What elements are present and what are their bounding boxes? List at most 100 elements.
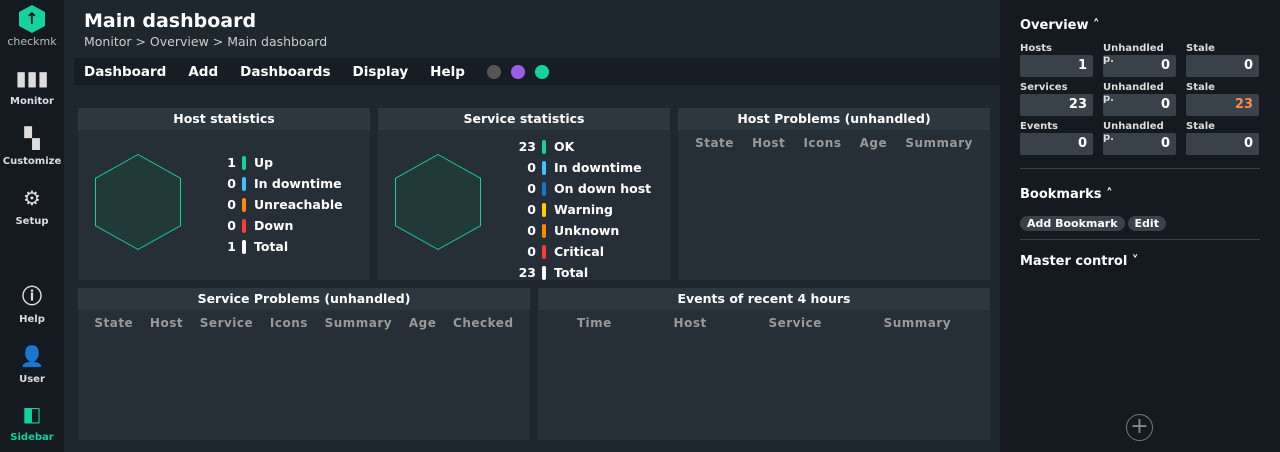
legend-row[interactable]: 0 Warning <box>516 199 651 220</box>
divider <box>1020 239 1260 240</box>
add-snapin-icon[interactable]: + <box>1126 414 1153 441</box>
legend-row[interactable]: 0 In downtime <box>516 157 651 178</box>
cell-label: Unhandled p. <box>1103 121 1164 143</box>
legend-row[interactable]: 0 Unreachable <box>216 194 343 215</box>
count: 0 <box>527 223 536 238</box>
column-header[interactable]: State <box>695 136 734 150</box>
status-bar-icon <box>542 139 546 154</box>
panel-title: Service statistics <box>378 108 670 130</box>
cell-value[interactable]: 1 <box>1020 55 1093 77</box>
count: 1 <box>227 239 236 254</box>
nav-setup[interactable]: ⚙ Setup <box>0 186 64 227</box>
legend-row[interactable]: 0 Unknown <box>516 220 651 241</box>
column-header[interactable]: State <box>94 316 133 330</box>
column-header[interactable]: Age <box>860 136 888 150</box>
host-hexagon[interactable] <box>95 154 181 250</box>
nav-monitor[interactable]: ▮▮▮ Monitor <box>0 66 64 107</box>
nav-user[interactable]: 👤 User <box>0 344 64 385</box>
legend-row[interactable]: 23 Total <box>516 262 651 283</box>
grid-icon: ▚ <box>24 126 40 150</box>
cell-label: Stale <box>1186 43 1215 54</box>
count: 0 <box>227 176 236 191</box>
gear-icon: ⚙ <box>23 186 41 210</box>
service-hexagon[interactable] <box>395 154 481 250</box>
legend-row[interactable]: 0 Critical <box>516 241 651 262</box>
right-sidebar: Overview ˄ Hosts 1 Unhandled p. 0 Stale 0 Serv… <box>1000 0 1280 452</box>
column-header[interactable]: Summary <box>325 316 393 330</box>
master-control-header[interactable]: Master control ˅ <box>1020 254 1260 269</box>
service-legend: 23 OK 0 In downtime 0 On down host 0 Warning 0 Un… <box>516 136 652 283</box>
table-header: State Host Service Icons Summary Age Checked <box>78 310 530 336</box>
column-header[interactable]: Service <box>768 316 821 330</box>
host-legend: 1 Up 0 In downtime 0 Unreachable 0 Down 1 Total <box>216 152 343 257</box>
bookmarks-header[interactable]: Bookmarks ˄ <box>1020 187 1260 202</box>
checkmk-icon[interactable] <box>510 64 525 79</box>
column-header[interactable]: Summary <box>884 316 952 330</box>
status-label: Critical <box>554 244 605 259</box>
add-bookmark-button[interactable]: Add Bookmark <box>1020 216 1125 231</box>
events-panel: Events of recent 4 hours Time Host Service… <box>538 288 990 440</box>
panel-title: Service Problems (unhandled) <box>78 288 530 310</box>
legend-row[interactable]: 0 Down <box>216 215 343 236</box>
overview-cell: Stale 0 <box>1186 43 1259 82</box>
column-header[interactable]: Host <box>752 136 785 150</box>
checkmk-logo[interactable]: ↑ checkmk <box>0 5 64 48</box>
menu-display[interactable]: Display <box>353 64 409 80</box>
menu-add[interactable]: Add <box>188 64 218 80</box>
overview-cell: Unhandled p. 0 <box>1103 82 1176 121</box>
panel-title: Host Problems (unhandled) <box>678 108 990 130</box>
count: 0 <box>527 244 536 259</box>
breadcrumb[interactable]: Monitor > Overview > Main dashboard <box>84 34 327 49</box>
info-icon: ⓘ <box>22 284 42 308</box>
cell-value[interactable]: 0 <box>1186 55 1259 77</box>
column-header[interactable]: Service <box>200 316 253 330</box>
menu-dashboards[interactable]: Dashboards <box>240 64 330 80</box>
legend-row[interactable]: 0 On down host <box>516 178 651 199</box>
menu-help[interactable]: Help <box>430 64 465 80</box>
edit-bookmarks-button[interactable]: Edit <box>1127 216 1166 231</box>
column-header[interactable]: Checked <box>453 316 514 330</box>
status-label: Unknown <box>554 223 620 238</box>
nav-help[interactable]: ⓘ Help <box>0 284 64 325</box>
status-label: In downtime <box>554 160 642 175</box>
legend-row[interactable]: 1 Total <box>216 236 343 257</box>
panel-title: Host statistics <box>78 108 370 130</box>
chevron-down-icon: ˅ <box>1131 254 1139 269</box>
legend-row[interactable]: 1 Up <box>216 152 343 173</box>
filter-icon[interactable] <box>534 64 549 79</box>
menu-dashboard[interactable]: Dashboard <box>84 64 166 80</box>
status-label: Up <box>254 155 274 170</box>
overview-cell: Hosts 1 <box>1020 43 1093 82</box>
status-label: OK <box>554 139 575 154</box>
status-bar-icon <box>542 265 546 280</box>
legend-row[interactable]: 0 In downtime <box>216 173 343 194</box>
column-header[interactable]: Age <box>409 316 437 330</box>
cell-value[interactable]: 23 <box>1020 94 1093 116</box>
column-header[interactable]: Summary <box>905 136 973 150</box>
column-header[interactable]: Icons <box>803 136 841 150</box>
cell-value[interactable]: 0 <box>1020 133 1093 155</box>
column-header[interactable]: Host <box>674 316 707 330</box>
service-statistics-panel: Service statistics 23 OK 0 In downtime 0 On d… <box>378 108 670 280</box>
status-bar-icon <box>542 181 546 196</box>
status-label: Unreachable <box>254 197 343 212</box>
status-bar-icon <box>542 202 546 217</box>
panel-title: Events of recent 4 hours <box>538 288 990 310</box>
column-header[interactable]: Host <box>150 316 183 330</box>
host-statistics-panel: Host statistics 1 Up 0 In downtime 0 Unreacha… <box>78 108 370 280</box>
cell-value[interactable]: 23 <box>1186 94 1259 116</box>
globe-icon[interactable] <box>486 64 501 79</box>
menu-bar: Dashboard Add Dashboards Display Help <box>74 58 1000 85</box>
status-label: Warning <box>554 202 613 217</box>
nav-sidebar[interactable]: ◧ Sidebar <box>0 402 64 443</box>
bar-chart-icon: ▮▮▮ <box>15 66 49 90</box>
count: 0 <box>227 218 236 233</box>
column-header[interactable]: Time <box>577 316 612 330</box>
column-header[interactable]: Icons <box>270 316 308 330</box>
overview-header[interactable]: Overview ˄ <box>1020 18 1260 33</box>
table-header: Time Host Service Summary <box>538 310 990 336</box>
cell-label: Events <box>1020 121 1058 132</box>
legend-row[interactable]: 23 OK <box>516 136 651 157</box>
cell-value[interactable]: 0 <box>1186 133 1259 155</box>
nav-customize[interactable]: ▚ Customize <box>0 126 64 167</box>
